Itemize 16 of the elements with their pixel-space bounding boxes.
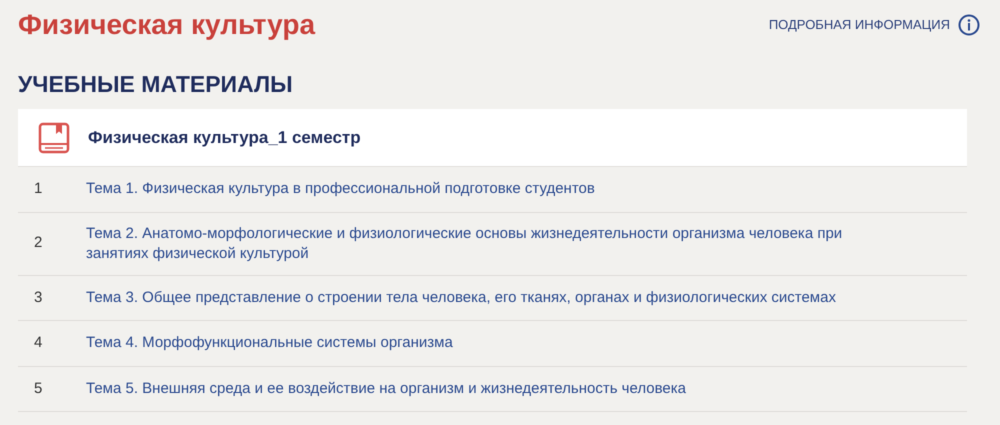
row-number: 5 (33, 378, 44, 398)
page-title: Физическая культура (18, 11, 316, 39)
topic-link[interactable]: Тема 3. Общее представление о строении тела человека, его тканях, органах и физиологических системах (86, 288, 896, 308)
section-heading: УЧЕБНЫЕ МАТЕРИАЛЫ (18, 73, 294, 96)
topic-link[interactable]: Тема 5. Внешняя среда и ее воздействие на организм и жизнедеятельность человека (86, 378, 746, 399)
row-number: 2 (33, 233, 44, 254)
book-icon (38, 122, 70, 154)
info-link[interactable]: ПОДРОБНАЯ ИНФОРМАЦИЯ (768, 15, 950, 35)
course-title: Физическая культура_1 семестр (88, 126, 361, 149)
row-number: 1 (33, 179, 44, 199)
topic-link[interactable]: Тема 2. Анатомо-морфологические и физиологические основы жизнедеятельности организма человека при занятиях физической культурой (86, 224, 967, 264)
row-number: 3 (33, 288, 44, 308)
topic-link[interactable]: Тема 4. Морфофункциональные системы организма (86, 333, 513, 354)
row-number: 4 (33, 333, 44, 353)
info-icon[interactable] (958, 14, 980, 36)
topic-link[interactable]: Тема 1. Физическая культура в профессиональной подготовке студентов (86, 179, 655, 200)
